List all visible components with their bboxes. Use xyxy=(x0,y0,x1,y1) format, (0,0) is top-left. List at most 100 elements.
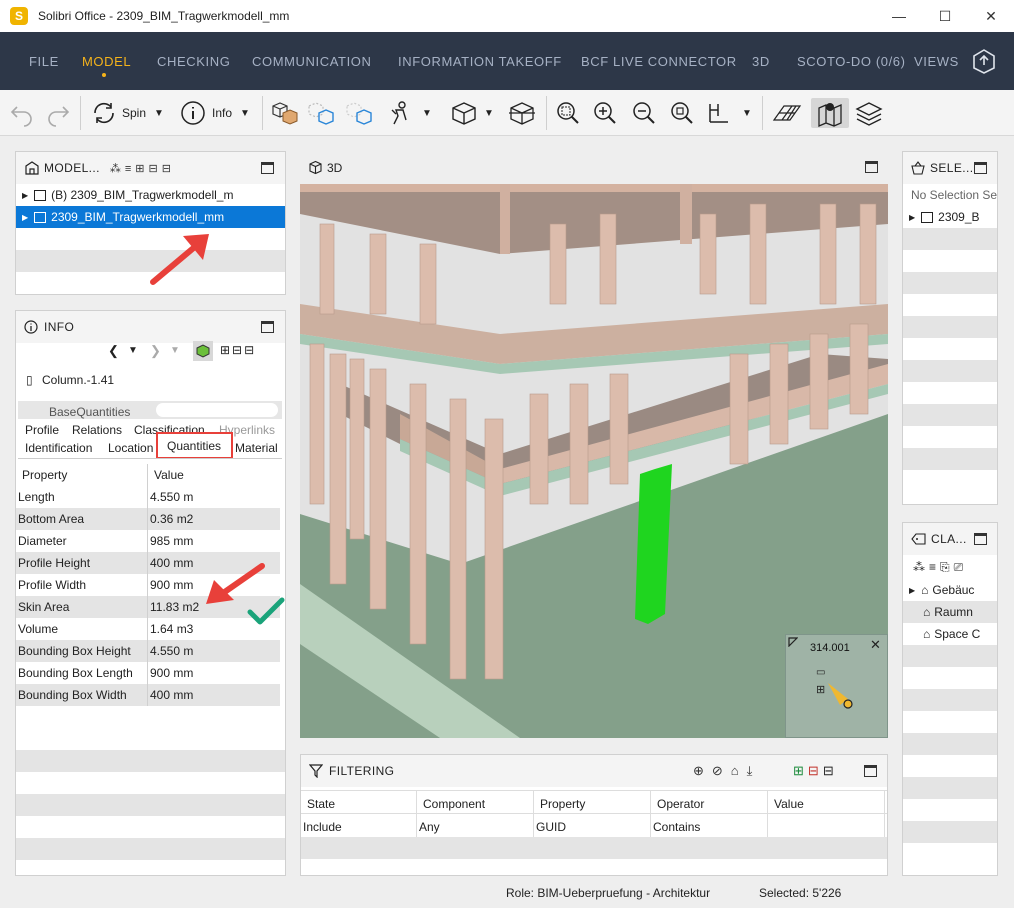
column-element[interactable] xyxy=(699,213,717,295)
menu-bcf-live-connector[interactable]: BCF LIVE CONNECTOR xyxy=(581,54,737,69)
model-tree-item[interactable]: ▶ (B) 2309_BIM_Tragwerkmodell_m xyxy=(16,184,285,206)
share-icon[interactable] xyxy=(972,48,996,74)
column-element[interactable] xyxy=(819,203,837,305)
filter-operator-cell[interactable]: Contains xyxy=(653,820,700,834)
column-element[interactable] xyxy=(749,203,767,305)
filter-state-tools-icon[interactable]: ⊞⊟⊟ xyxy=(793,763,838,779)
isolate-button[interactable] xyxy=(344,98,374,128)
table-row[interactable]: Bottom Area 0.36 m2 xyxy=(16,508,280,530)
filter-state-cell[interactable]: Include xyxy=(303,820,342,834)
maximize-icon[interactable] xyxy=(974,162,987,174)
transparent-button[interactable] xyxy=(306,98,336,128)
expand-icon[interactable]: ▶ xyxy=(909,213,915,222)
back-arrow-icon[interactable]: ❮ xyxy=(108,343,119,359)
column-header-value[interactable]: Value xyxy=(148,468,184,482)
zoom-in-button[interactable] xyxy=(592,98,618,128)
walk-button[interactable]: ▼ xyxy=(388,98,432,128)
column-element[interactable] xyxy=(849,323,869,415)
column-element[interactable] xyxy=(599,213,617,305)
column-element[interactable] xyxy=(549,223,567,305)
viewpoint-cone-icon[interactable] xyxy=(826,679,856,709)
menu-file[interactable]: FILE xyxy=(29,54,59,69)
info-button[interactable]: Info ▼ xyxy=(180,98,250,128)
table-row[interactable]: Bounding Box Width 400 mm xyxy=(16,684,280,706)
tab-material[interactable]: Material xyxy=(235,441,278,455)
model-tree-item-selected[interactable]: ▶ 2309_BIM_Tragwerkmodell_mm xyxy=(16,206,285,228)
menu-scoto-do[interactable]: SCOTO-DO (0/6) xyxy=(797,54,906,69)
maximize-icon[interactable] xyxy=(974,533,987,545)
column-element[interactable] xyxy=(369,233,387,315)
close-icon[interactable]: ✕ xyxy=(870,637,881,653)
classification-item[interactable]: ⌂ Space C xyxy=(903,623,997,645)
maximize-button[interactable]: ☐ xyxy=(922,0,968,32)
maximize-icon[interactable] xyxy=(261,162,274,174)
column-element[interactable] xyxy=(369,368,387,610)
column-element[interactable] xyxy=(484,418,504,680)
maximize-icon[interactable] xyxy=(261,321,274,333)
table-row[interactable]: Diameter 985 mm xyxy=(16,530,280,552)
floor-plan-button[interactable] xyxy=(772,98,802,128)
include-icon[interactable]: ⊞ xyxy=(793,763,808,778)
column-element[interactable] xyxy=(309,343,325,505)
expand-icon[interactable]: ▶ xyxy=(909,586,915,595)
column-element[interactable] xyxy=(529,393,549,505)
exclude-icon[interactable]: ⊟ xyxy=(808,763,823,778)
map-button[interactable] xyxy=(811,98,849,128)
redo-button[interactable] xyxy=(44,98,72,128)
model-panel-tools-icon[interactable]: ⁂≡⊞⊟⊟ xyxy=(110,162,175,175)
filter-component-cell[interactable]: Any xyxy=(419,820,440,834)
navigation-widget[interactable]: 314.001 ✕ ▭ ⊞ xyxy=(785,634,888,738)
layers-button[interactable] xyxy=(855,98,883,128)
classification-item[interactable]: ▶ ⌂ Gebäuc xyxy=(903,579,997,601)
history-dropdown-icon[interactable]: ▼ xyxy=(128,345,138,356)
column-header-property[interactable]: Property xyxy=(16,464,148,486)
column-element[interactable] xyxy=(409,383,427,645)
column-element[interactable] xyxy=(609,373,629,485)
box-view-button[interactable]: ▼ xyxy=(450,98,494,128)
tab-relations[interactable]: Relations xyxy=(72,423,122,437)
column-element[interactable] xyxy=(859,203,877,305)
maximize-icon[interactable] xyxy=(865,161,878,173)
table-row[interactable]: Bounding Box Length 900 mm xyxy=(16,662,280,684)
column-element[interactable] xyxy=(809,333,829,430)
component-color-button[interactable] xyxy=(193,341,213,361)
column-element[interactable] xyxy=(349,358,365,540)
table-row[interactable]: Volume 1.64 m3 xyxy=(16,618,280,640)
column-element[interactable] xyxy=(419,243,437,325)
column-element[interactable] xyxy=(769,343,789,445)
tab-identification[interactable]: Identification xyxy=(25,441,92,455)
filter-tools-icon[interactable]: ⊕⊘⌂⤓ xyxy=(693,763,760,779)
table-row[interactable]: Length 4.550 m xyxy=(16,486,280,508)
zoom-out-button[interactable] xyxy=(631,98,657,128)
tab-profile[interactable]: Profile xyxy=(25,423,59,437)
column-element[interactable] xyxy=(569,383,589,505)
close-button[interactable]: ✕ xyxy=(968,0,1014,32)
selection-tree-item[interactable]: ▶ 2309_B xyxy=(903,206,997,228)
column-header-operator[interactable]: Operator xyxy=(657,797,704,811)
menu-checking[interactable]: CHECKING xyxy=(157,54,230,69)
forward-arrow-icon[interactable]: ❯ xyxy=(150,343,161,359)
maximize-icon[interactable] xyxy=(864,765,877,777)
column-header-component[interactable]: Component xyxy=(423,797,485,811)
neutral-icon[interactable]: ⊟ xyxy=(823,763,838,778)
tab-location[interactable]: Location xyxy=(108,441,153,455)
forward-dropdown-icon[interactable]: ▼ xyxy=(170,345,180,356)
menu-3d[interactable]: 3D xyxy=(752,54,770,69)
tab-quantities[interactable]: Quantities xyxy=(167,439,221,453)
column-header-state[interactable]: State xyxy=(307,797,335,811)
show-components-button[interactable] xyxy=(270,98,300,128)
zoom-selection-button[interactable] xyxy=(669,98,695,128)
filter-row[interactable]: Include Any GUID Contains xyxy=(301,815,887,837)
column-element[interactable] xyxy=(319,223,335,315)
classification-tools-icon[interactable]: ⁂≡⎘⎚ xyxy=(903,555,997,579)
column-element[interactable] xyxy=(729,353,749,465)
menu-information-takeoff[interactable]: INFORMATION TAKEOFF xyxy=(398,54,562,69)
column-header-value[interactable]: Value xyxy=(774,797,804,811)
expand-icon[interactable]: ▶ xyxy=(22,213,28,222)
tab-basequantities[interactable]: BaseQuantities xyxy=(49,405,130,419)
column-header-property[interactable]: Property xyxy=(540,797,585,811)
menu-model[interactable]: MODEL xyxy=(82,54,131,69)
info-tools-icon[interactable]: ⊞⊟⊟ xyxy=(220,343,256,357)
column-element[interactable] xyxy=(449,398,467,680)
3d-viewport[interactable]: 314.001 ✕ ▭ ⊞ xyxy=(300,184,888,738)
